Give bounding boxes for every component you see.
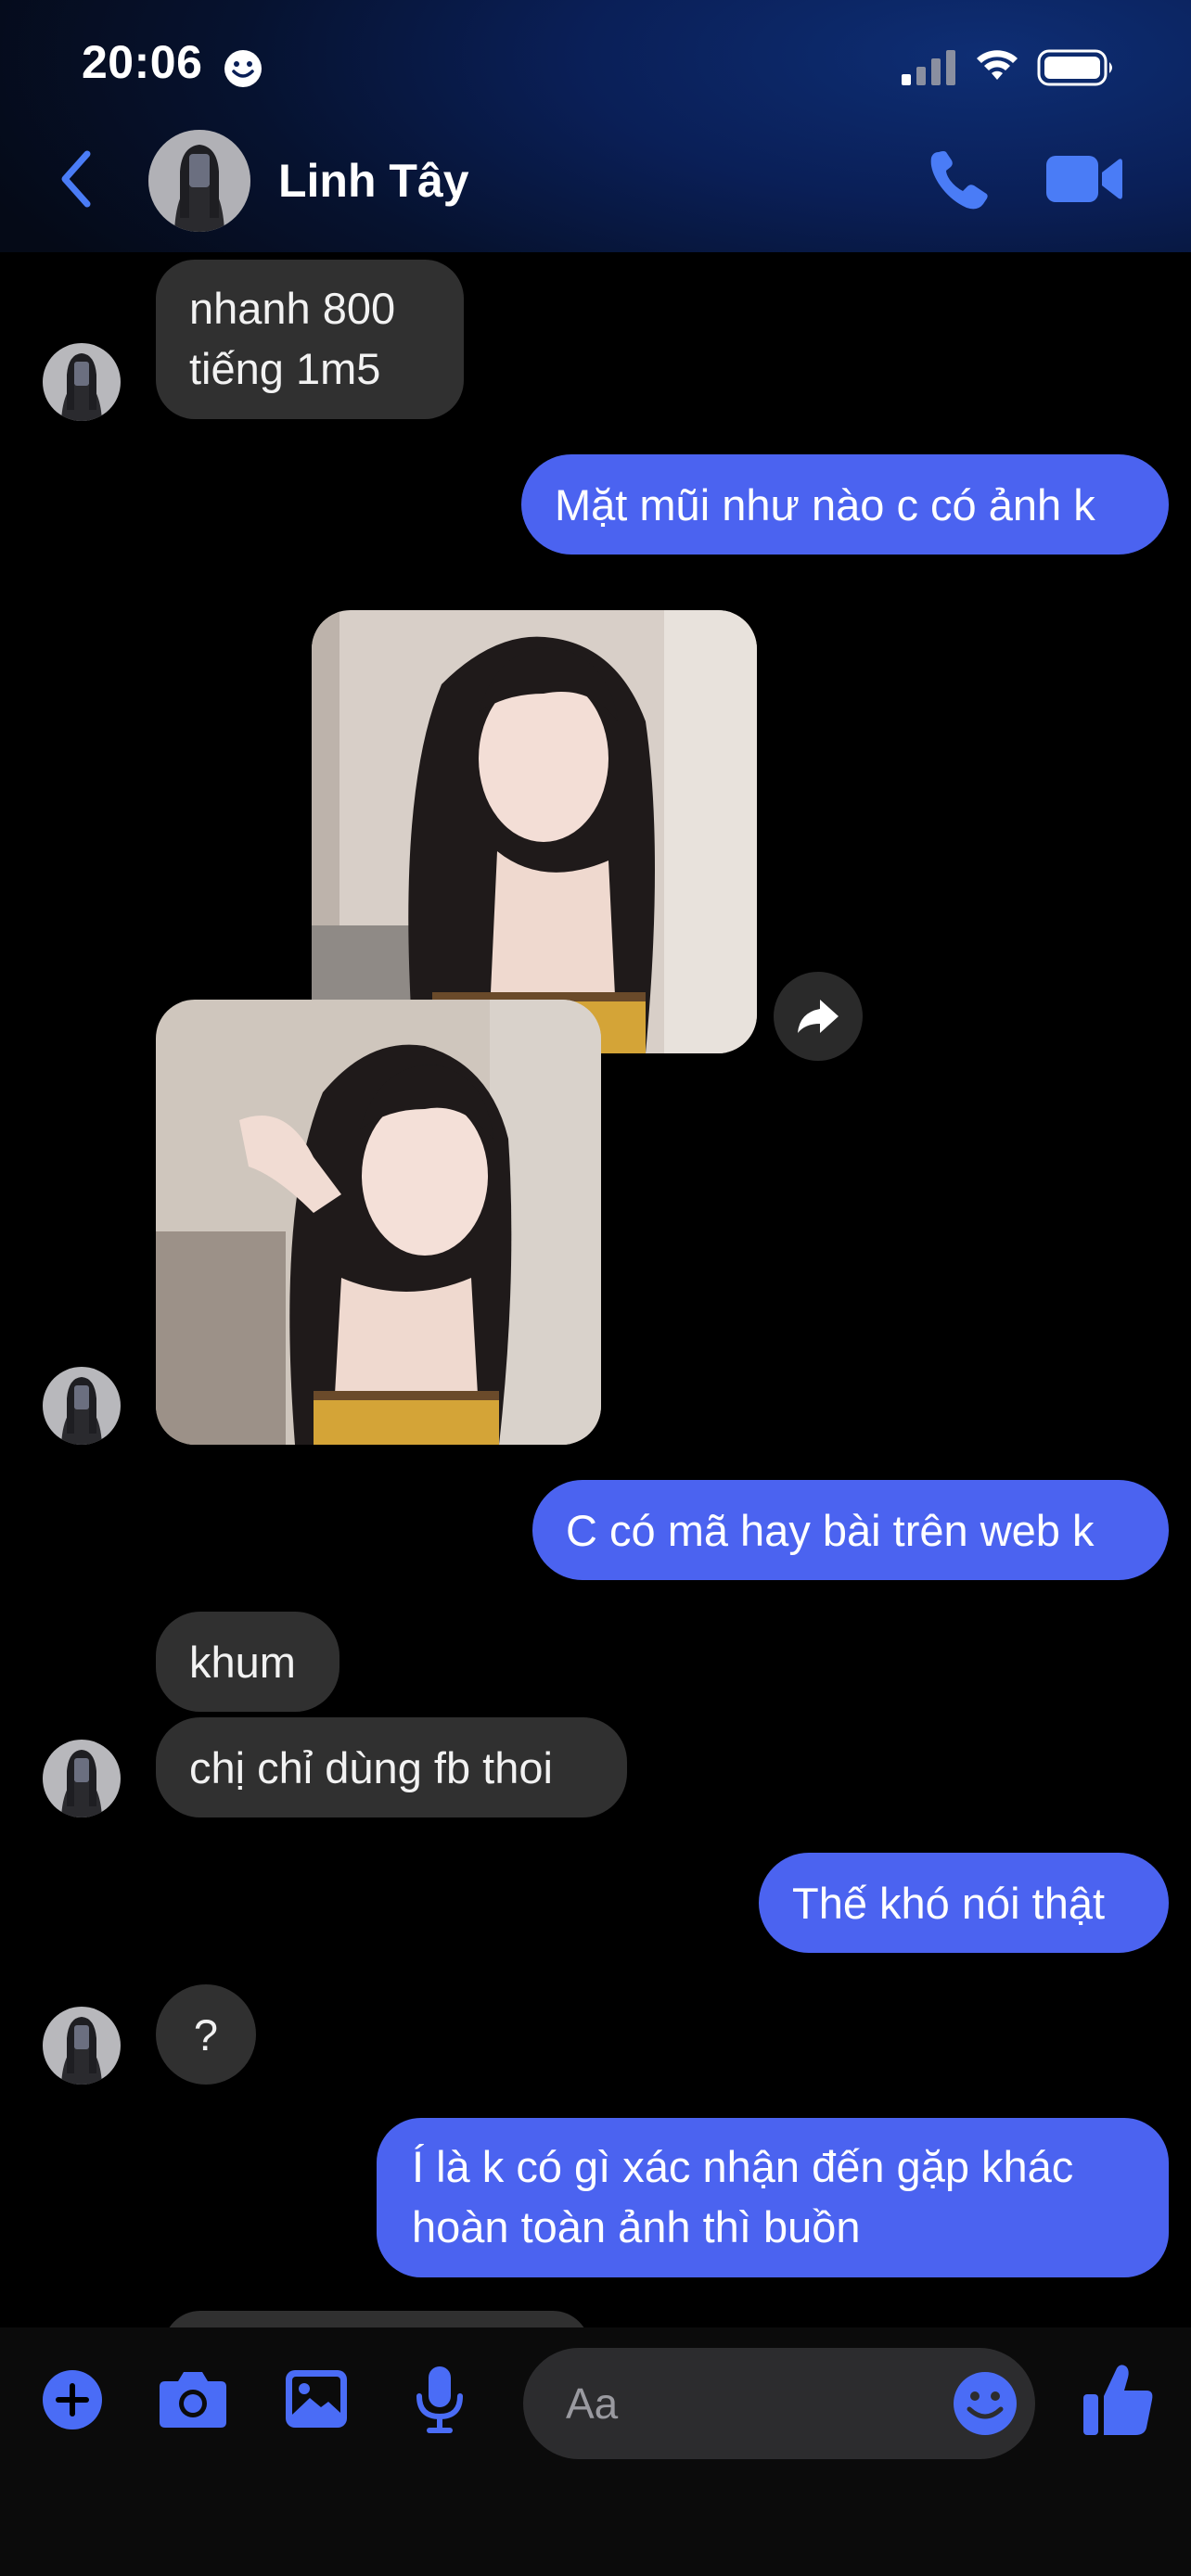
contact-avatar-small[interactable]	[43, 2007, 121, 2085]
smile-status-icon	[224, 50, 262, 87]
back-chevron-icon[interactable]	[58, 148, 95, 210]
forward-share-icon	[798, 1000, 839, 1033]
video-call-icon[interactable]	[1044, 150, 1122, 208]
status-time: 20:06	[82, 36, 203, 88]
plus-icon[interactable]	[41, 2368, 104, 2431]
message-line: hoàn toàn ảnh thì buồn	[412, 2202, 861, 2251]
photo-image[interactable]	[156, 1000, 601, 1445]
message-line: Í là k có gì xác nhận đến gặp khác	[412, 2142, 1074, 2191]
incoming-message[interactable]: khum	[156, 1612, 339, 1712]
contact-name[interactable]: Linh Tây	[278, 154, 469, 208]
thumbs-up-icon[interactable]	[1082, 2361, 1156, 2439]
share-button[interactable]	[774, 972, 863, 1061]
photo-image[interactable]	[312, 610, 757, 1053]
battery-icon	[1037, 49, 1112, 86]
outgoing-message[interactable]: Thế khó nói thật	[759, 1853, 1169, 1953]
emoji-icon[interactable]	[952, 2370, 1018, 2437]
outgoing-message[interactable]: Mặt mũi như nào c có ảnh k	[521, 454, 1169, 555]
phone-call-icon[interactable]	[926, 147, 992, 213]
camera-icon[interactable]	[158, 2368, 228, 2429]
message-line: nhanh 800	[189, 284, 396, 333]
gallery-icon[interactable]	[284, 2368, 349, 2429]
signal-icon	[902, 50, 955, 85]
incoming-message[interactable]: nhanh 800 tiếng 1m5	[156, 260, 464, 419]
incoming-message[interactable]: ?	[156, 1984, 256, 2085]
chat-header: 20:06 Linh Tây	[0, 0, 1191, 252]
contact-avatar-small[interactable]	[43, 1740, 121, 1817]
contact-avatar-small[interactable]	[43, 1367, 121, 1445]
contact-avatar[interactable]	[148, 130, 250, 232]
contact-avatar-small[interactable]	[43, 343, 121, 421]
message-line: tiếng 1m5	[189, 344, 381, 393]
microphone-icon[interactable]	[414, 2365, 466, 2435]
outgoing-message[interactable]: C có mã hay bài trên web k	[532, 1480, 1169, 1580]
incoming-message[interactable]: chị chỉ dùng fb thoi	[156, 1717, 627, 1817]
wifi-icon	[977, 50, 1018, 80]
outgoing-message[interactable]: Í là k có gì xác nhận đến gặp khác hoàn …	[377, 2118, 1169, 2277]
